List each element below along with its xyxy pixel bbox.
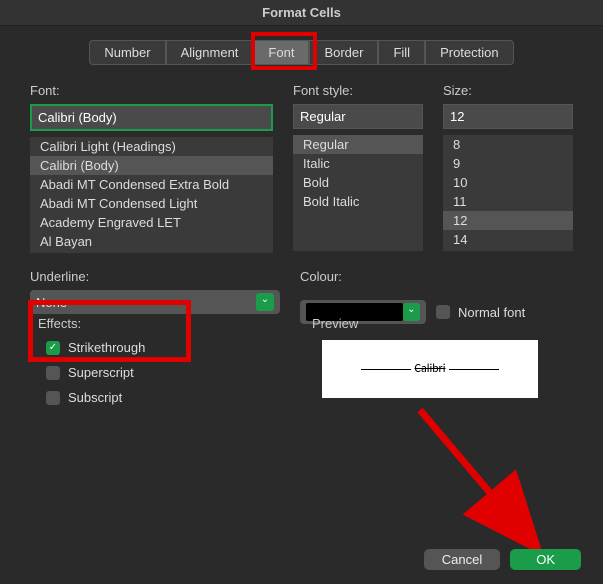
subscript-label: Subscript: [68, 390, 122, 405]
size-label: Size:: [443, 83, 573, 98]
underline-value: None: [36, 295, 67, 310]
list-item[interactable]: 14: [443, 230, 573, 249]
list-item[interactable]: Regular: [293, 135, 423, 154]
tab-alignment[interactable]: Alignment: [166, 40, 254, 65]
cancel-button[interactable]: Cancel: [424, 549, 500, 570]
tab-protection[interactable]: Protection: [425, 40, 514, 65]
list-item[interactable]: Academy Engraved LET: [30, 213, 273, 232]
list-item[interactable]: Calibri (Body): [30, 156, 273, 175]
list-item[interactable]: Calibri Light (Headings): [30, 137, 273, 156]
size-list[interactable]: 8 9 10 11 12 14: [443, 135, 573, 251]
list-item[interactable]: 8: [443, 135, 573, 154]
superscript-label: Superscript: [68, 365, 134, 380]
preview-label: Preview: [312, 316, 358, 331]
subscript-checkbox[interactable]: Subscript: [46, 390, 145, 405]
list-item[interactable]: 11: [443, 192, 573, 211]
list-item[interactable]: Italic: [293, 154, 423, 173]
superscript-checkbox[interactable]: Superscript: [46, 365, 145, 380]
tab-fill[interactable]: Fill: [378, 40, 425, 65]
tab-number[interactable]: Number: [89, 40, 165, 65]
strikethrough-label: Strikethrough: [68, 340, 145, 355]
list-item[interactable]: 9: [443, 154, 573, 173]
font-style-list[interactable]: Regular Italic Bold Bold Italic: [293, 135, 423, 251]
ok-button[interactable]: OK: [510, 549, 581, 570]
list-item[interactable]: 10: [443, 173, 573, 192]
tab-bar: Number Alignment Font Border Fill Protec…: [0, 40, 603, 65]
colour-label: Colour:: [300, 269, 573, 284]
list-item[interactable]: Al Bayan: [30, 232, 273, 251]
normal-font-checkbox[interactable]: Normal font: [436, 305, 525, 320]
window-title: Format Cells: [0, 0, 603, 26]
checkbox-icon: [46, 391, 60, 405]
font-input[interactable]: [30, 104, 273, 131]
tab-border[interactable]: Border: [309, 40, 378, 65]
tab-font[interactable]: Font: [253, 40, 309, 65]
dropdown-arrows-icon: [256, 293, 274, 311]
list-item[interactable]: Abadi MT Condensed Light: [30, 194, 273, 213]
font-style-input[interactable]: [293, 104, 423, 129]
normal-font-label: Normal font: [458, 305, 525, 320]
strikethrough-checkbox[interactable]: Strikethrough: [46, 340, 145, 355]
list-item[interactable]: 12: [443, 211, 573, 230]
dropdown-arrows-icon: [403, 303, 420, 321]
checkbox-icon: [436, 305, 450, 319]
underline-label: Underline:: [30, 269, 280, 284]
font-list[interactable]: Calibri Light (Headings) Calibri (Body) …: [30, 137, 273, 253]
size-input[interactable]: [443, 104, 573, 129]
checkbox-checked-icon: [46, 341, 60, 355]
underline-select[interactable]: None: [30, 290, 280, 314]
list-item[interactable]: Bold Italic: [293, 192, 423, 211]
font-style-label: Font style:: [293, 83, 423, 98]
preview-box: Calibri: [322, 340, 538, 398]
preview-text: Calibri: [415, 362, 446, 376]
checkbox-icon: [46, 366, 60, 380]
annotation-arrow: [400, 400, 580, 570]
font-label: Font:: [30, 83, 273, 98]
list-item[interactable]: Abadi MT Condensed Extra Bold: [30, 175, 273, 194]
list-item[interactable]: Bold: [293, 173, 423, 192]
effects-label: Effects:: [38, 316, 81, 331]
